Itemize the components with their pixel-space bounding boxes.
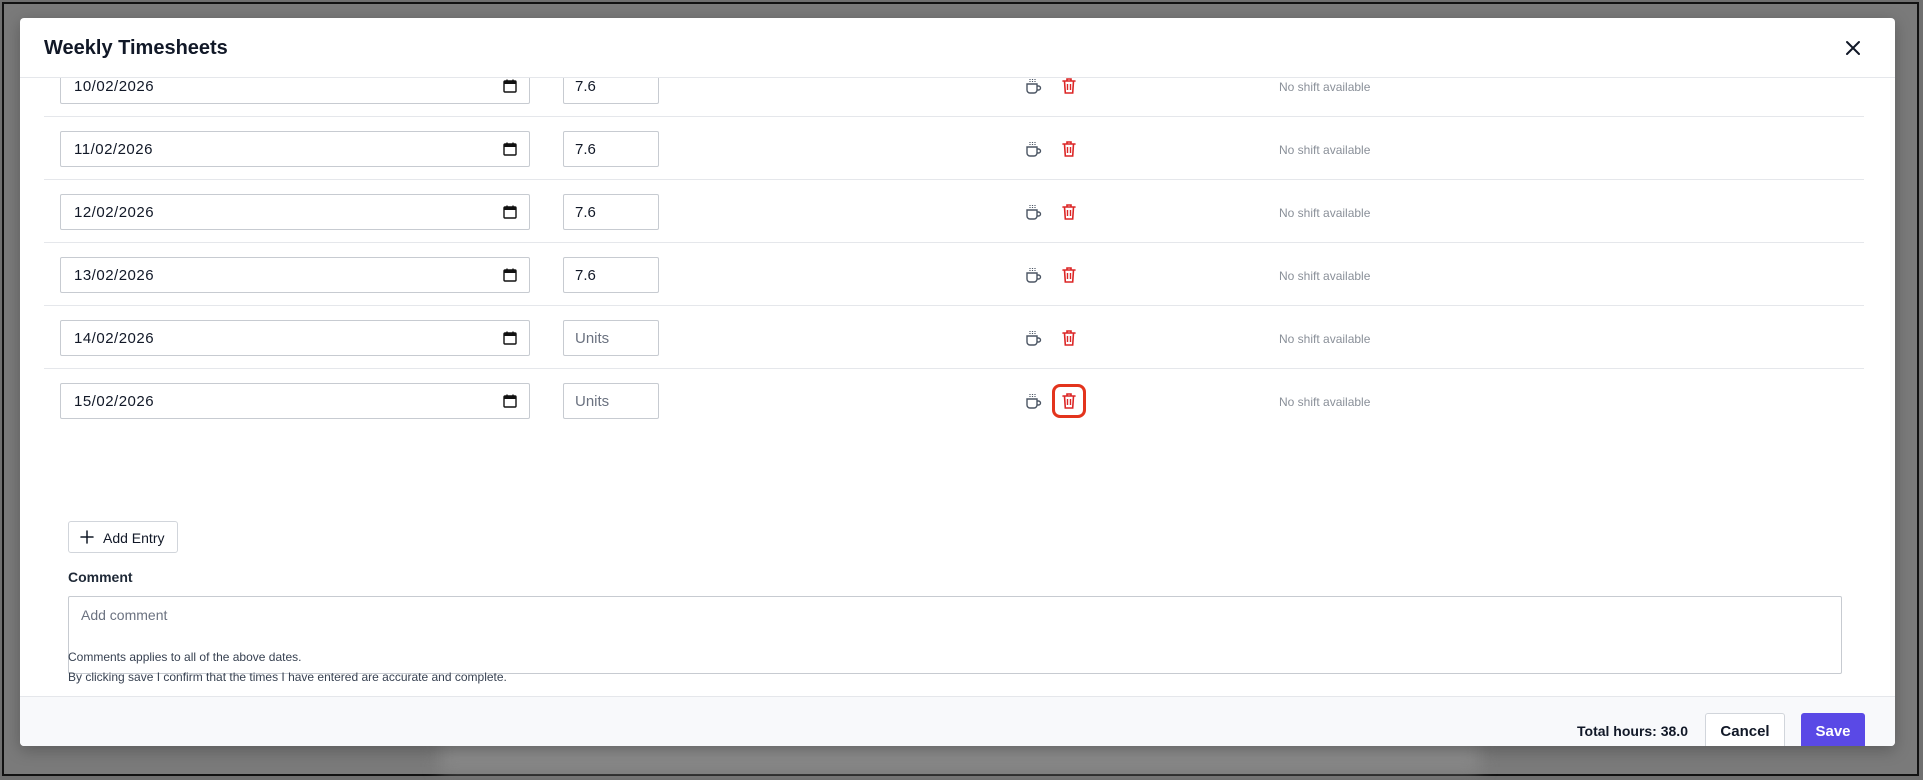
shift-status: No shift available (1279, 332, 1371, 346)
date-input[interactable]: 12/02/2026 (60, 194, 530, 230)
break-button[interactable] (1022, 138, 1044, 160)
comment-label: Comment (68, 569, 133, 585)
date-value: 12/02/2026 (74, 204, 155, 221)
delete-entry-button[interactable] (1058, 390, 1080, 412)
close-icon (1846, 41, 1860, 55)
timesheet-row: 15/02/2026 No shift available (44, 370, 1864, 432)
trash-icon (1062, 330, 1076, 346)
timesheet-row: 10/02/2026 No shift available (44, 78, 1864, 117)
coffee-cup-icon (1026, 142, 1042, 157)
calendar-icon[interactable] (503, 205, 517, 219)
trash-icon (1062, 393, 1076, 409)
calendar-icon[interactable] (503, 142, 517, 156)
coffee-cup-icon (1026, 79, 1042, 94)
shift-status: No shift available (1279, 143, 1371, 157)
date-input[interactable]: 11/02/2026 (60, 131, 530, 167)
date-value: 10/02/2026 (74, 78, 155, 95)
shift-status: No shift available (1279, 269, 1371, 283)
date-value: 15/02/2026 (74, 393, 155, 410)
break-button[interactable] (1022, 78, 1044, 97)
dialog-title: Weekly Timesheets (44, 37, 228, 59)
weekly-timesheets-dialog: Weekly Timesheets 10/02/2026 No shift ava… (20, 18, 1895, 746)
break-button[interactable] (1022, 327, 1044, 349)
timesheet-row: 13/02/2026 No shift available (44, 244, 1864, 306)
units-input[interactable] (563, 257, 659, 293)
break-button[interactable] (1022, 390, 1044, 412)
comment-field[interactable] (68, 596, 1842, 674)
trash-icon (1062, 267, 1076, 283)
delete-entry-button[interactable] (1058, 264, 1080, 286)
delete-entry-button[interactable] (1058, 327, 1080, 349)
units-input[interactable] (563, 383, 659, 419)
delete-entry-button[interactable] (1058, 138, 1080, 160)
comment-scope-note: Comments applies to all of the above dat… (68, 650, 302, 664)
timesheet-row: 12/02/2026 No shift available (44, 181, 1864, 243)
plus-icon (80, 530, 94, 544)
coffee-cup-icon (1026, 268, 1042, 283)
date-value: 11/02/2026 (74, 141, 153, 158)
coffee-cup-icon (1026, 394, 1042, 409)
dialog-header: Weekly Timesheets (20, 18, 1895, 78)
trash-icon (1062, 141, 1076, 157)
units-input[interactable] (563, 131, 659, 167)
date-input[interactable]: 10/02/2026 (60, 78, 530, 104)
coffee-cup-icon (1026, 205, 1042, 220)
date-value: 14/02/2026 (74, 330, 155, 347)
timesheet-row: 14/02/2026 No shift available (44, 307, 1864, 369)
shift-status: No shift available (1279, 206, 1371, 220)
timesheet-entries: 10/02/2026 No shift available 11/02/2026 No… (20, 78, 1895, 696)
close-button[interactable] (1841, 36, 1865, 60)
dialog-footer: Total hours: 38.0 Cancel Save (20, 696, 1895, 746)
break-button[interactable] (1022, 201, 1044, 223)
units-input[interactable] (563, 194, 659, 230)
date-input[interactable]: 14/02/2026 (60, 320, 530, 356)
trash-icon (1062, 204, 1076, 220)
save-button[interactable]: Save (1801, 713, 1865, 746)
confirmation-note: By clicking save I confirm that the time… (68, 670, 507, 684)
coffee-cup-icon (1026, 331, 1042, 346)
delete-entry-button[interactable] (1058, 201, 1080, 223)
calendar-icon[interactable] (503, 79, 517, 93)
date-value: 13/02/2026 (74, 267, 155, 284)
date-input[interactable]: 13/02/2026 (60, 257, 530, 293)
trash-icon (1062, 78, 1076, 94)
add-entry-button[interactable]: Add Entry (68, 521, 178, 553)
calendar-icon[interactable] (503, 394, 517, 408)
shift-status: No shift available (1279, 80, 1371, 94)
units-input[interactable] (563, 78, 659, 104)
delete-entry-button[interactable] (1058, 78, 1080, 97)
cancel-button[interactable]: Cancel (1705, 713, 1785, 746)
calendar-icon[interactable] (503, 268, 517, 282)
units-input[interactable] (563, 320, 659, 356)
shift-status: No shift available (1279, 395, 1371, 409)
timesheet-row: 11/02/2026 No shift available (44, 118, 1864, 180)
date-input[interactable]: 15/02/2026 (60, 383, 530, 419)
add-entry-label: Add Entry (103, 530, 165, 546)
break-button[interactable] (1022, 264, 1044, 286)
total-hours: Total hours: 38.0 (1577, 723, 1688, 739)
calendar-icon[interactable] (503, 331, 517, 345)
